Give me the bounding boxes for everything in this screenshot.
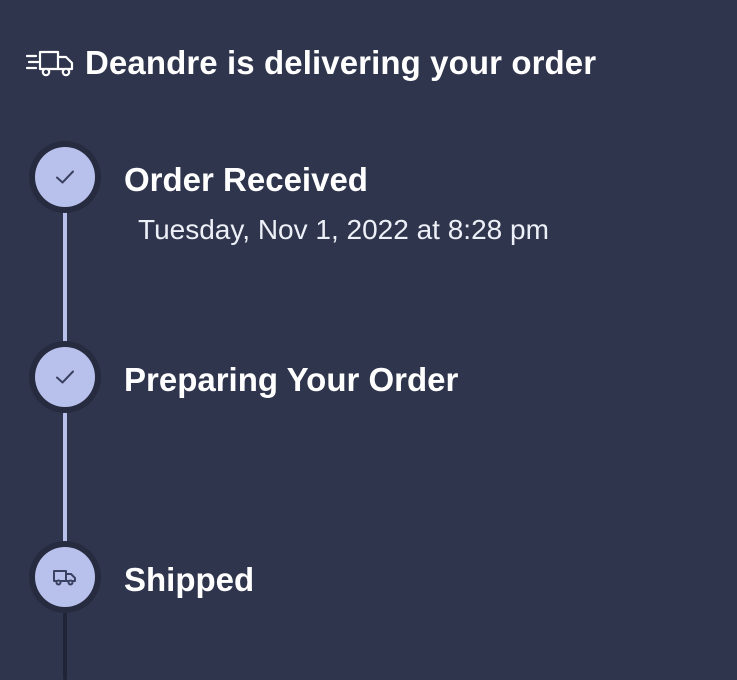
truck-icon xyxy=(53,570,76,586)
check-icon xyxy=(56,170,74,184)
delivery-status-title: Deandre is delivering your order xyxy=(85,44,597,81)
step-order-received-timestamp: Tuesday, Nov 1, 2022 at 8:28 pm xyxy=(138,214,549,245)
delivery-truck-icon xyxy=(26,50,74,77)
step-order-received-title: Order Received xyxy=(124,161,368,198)
step-order-received-marker xyxy=(29,141,101,213)
timeline-connector xyxy=(63,612,67,680)
delivery-status-header: Deandre is delivering your order xyxy=(26,40,596,86)
step-shipped-title: Shipped xyxy=(124,561,255,598)
step-shipped-marker xyxy=(29,541,101,613)
check-icon xyxy=(56,370,74,384)
step-preparing-title: Preparing Your Order xyxy=(124,361,459,398)
timeline-connector xyxy=(63,412,67,548)
timeline-connector xyxy=(63,210,67,346)
step-preparing-marker xyxy=(29,341,101,413)
